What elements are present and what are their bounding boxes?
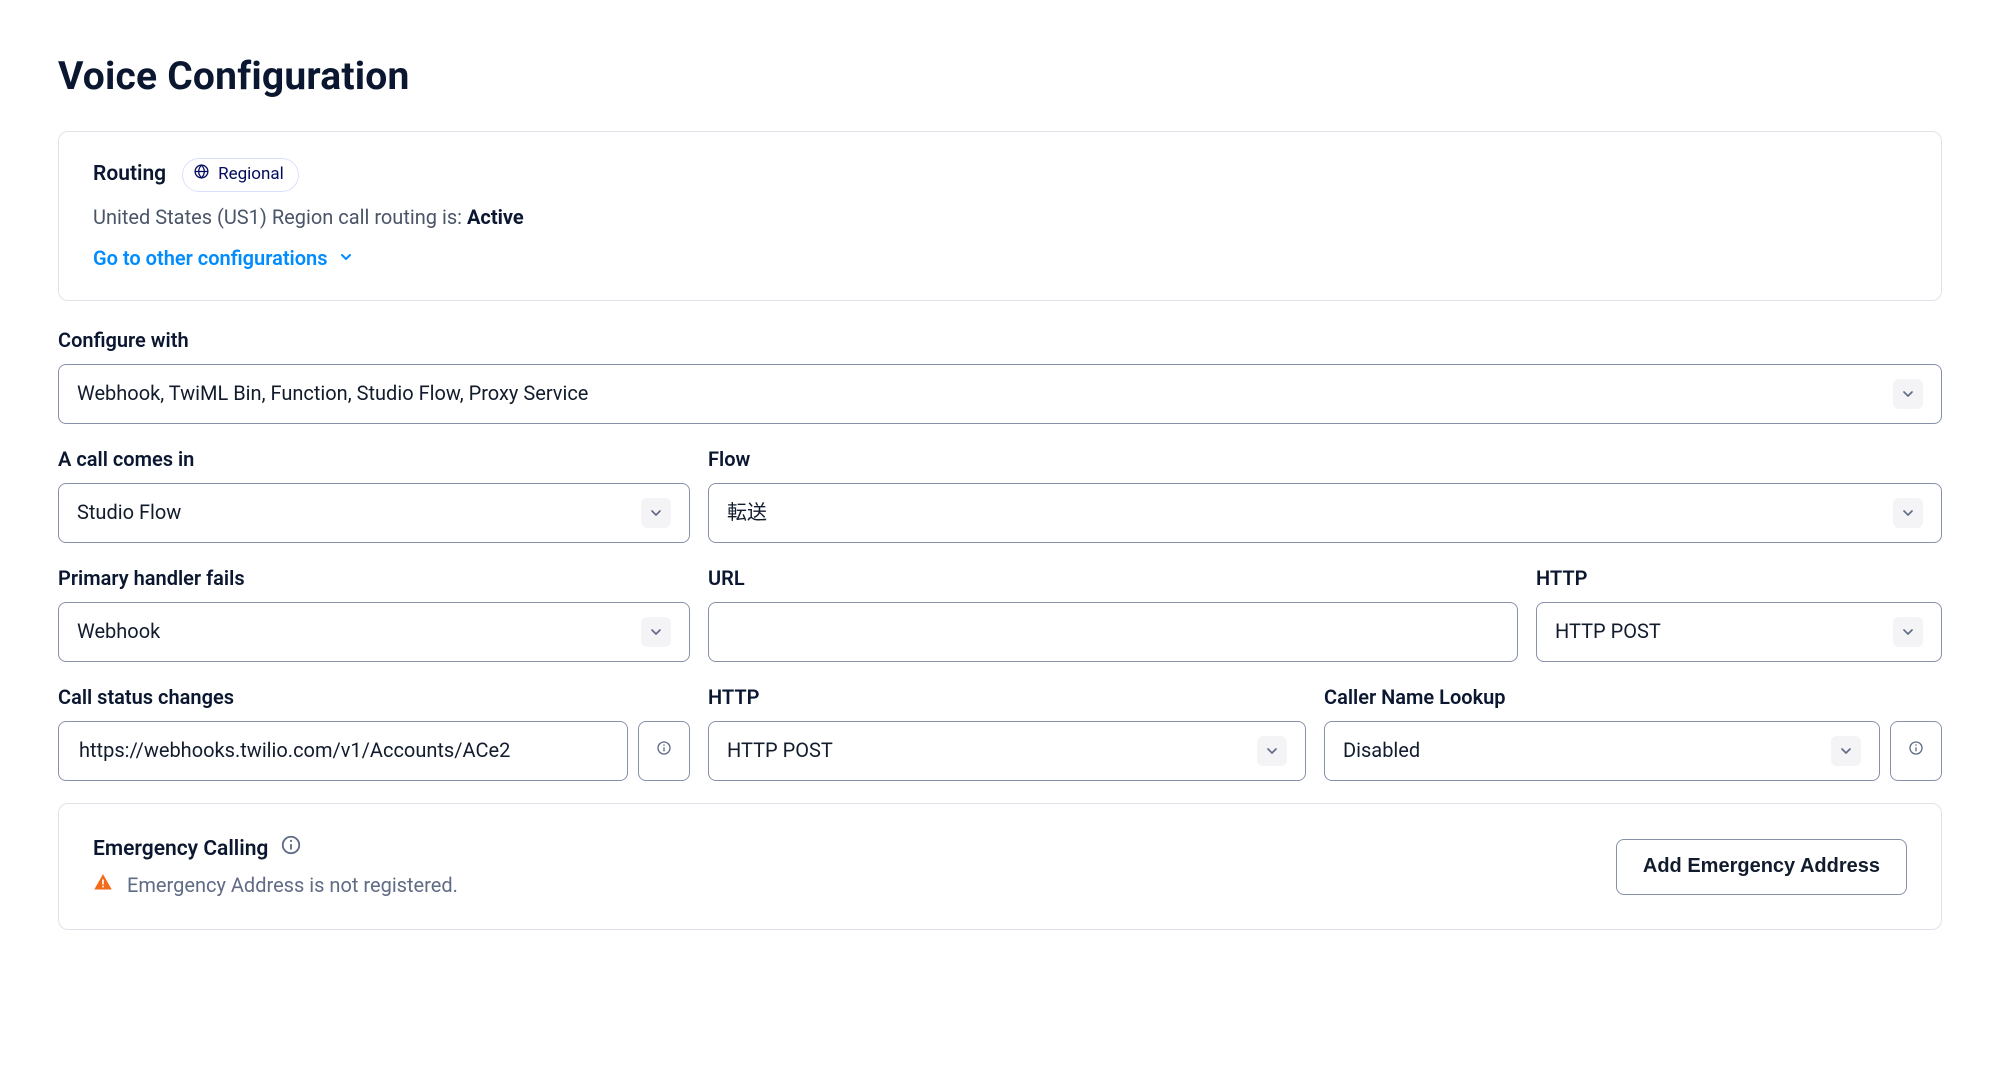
url-input[interactable] — [727, 617, 1499, 646]
chevron-down-icon — [641, 617, 671, 647]
globe-icon — [193, 163, 210, 187]
cname-value: Disabled — [1343, 737, 1420, 764]
chevron-down-icon — [1893, 617, 1923, 647]
chevron-down-icon — [641, 498, 671, 528]
info-icon[interactable] — [280, 834, 302, 864]
chevron-down-icon — [338, 245, 354, 272]
configure-with-value: Webhook, TwiML Bin, Function, Studio Flo… — [77, 380, 588, 407]
routing-status-prefix: United States (US1) Region call routing … — [93, 205, 467, 229]
primary-fail-select[interactable]: Webhook — [58, 602, 690, 662]
chevron-down-icon — [1831, 736, 1861, 766]
routing-panel: Routing Regional United States (US1) Reg… — [58, 131, 1942, 301]
http2-select[interactable]: HTTP POST — [708, 721, 1306, 781]
emergency-panel: Emergency Calling Emergency Address is n… — [58, 803, 1942, 930]
configure-with-select[interactable]: Webhook, TwiML Bin, Function, Studio Flo… — [58, 364, 1942, 424]
chevron-down-icon — [1893, 379, 1923, 409]
chevron-down-icon — [1893, 498, 1923, 528]
cname-select[interactable]: Disabled — [1324, 721, 1880, 781]
flow-label: Flow — [708, 446, 1942, 473]
info-icon — [656, 739, 672, 763]
call-status-label: Call status changes — [58, 684, 690, 711]
warning-triangle-icon — [93, 872, 113, 899]
url-input-wrap — [708, 602, 1518, 662]
flow-select[interactable]: 転送 — [708, 483, 1942, 543]
regional-chip[interactable]: Regional — [182, 158, 299, 192]
routing-heading: Routing — [93, 160, 166, 188]
cname-label: Caller Name Lookup — [1324, 684, 1942, 711]
http-label: HTTP — [1536, 565, 1942, 592]
http-select[interactable]: HTTP POST — [1536, 602, 1942, 662]
primary-fail-label: Primary handler fails — [58, 565, 690, 592]
call-status-input[interactable] — [77, 736, 609, 765]
other-configs-link-label: Go to other configurations — [93, 245, 328, 272]
info-icon — [1908, 739, 1924, 763]
primary-fail-value: Webhook — [77, 618, 160, 645]
configure-with-label: Configure with — [58, 327, 1942, 354]
emergency-message: Emergency Address is not registered. — [127, 872, 458, 899]
http-value: HTTP POST — [1555, 618, 1661, 645]
chevron-down-icon — [1257, 736, 1287, 766]
call-status-info-button[interactable] — [638, 721, 690, 781]
call-status-input-wrap — [58, 721, 628, 781]
add-emergency-address-button[interactable]: Add Emergency Address — [1616, 839, 1907, 895]
emergency-heading: Emergency Calling — [93, 835, 268, 863]
call-comes-in-select[interactable]: Studio Flow — [58, 483, 690, 543]
call-comes-in-value: Studio Flow — [77, 499, 181, 526]
routing-status: United States (US1) Region call routing … — [93, 204, 1907, 231]
add-emergency-address-label: Add Emergency Address — [1643, 855, 1880, 878]
cname-info-button[interactable] — [1890, 721, 1942, 781]
http2-label: HTTP — [708, 684, 1306, 711]
page-title: Voice Configuration — [58, 50, 1942, 103]
other-configs-link[interactable]: Go to other configurations — [93, 245, 354, 272]
routing-status-value: Active — [467, 205, 524, 229]
flow-value: 転送 — [727, 499, 767, 526]
call-comes-in-label: A call comes in — [58, 446, 690, 473]
http2-value: HTTP POST — [727, 737, 833, 764]
regional-chip-label: Regional — [218, 163, 284, 186]
url-label: URL — [708, 565, 1518, 592]
